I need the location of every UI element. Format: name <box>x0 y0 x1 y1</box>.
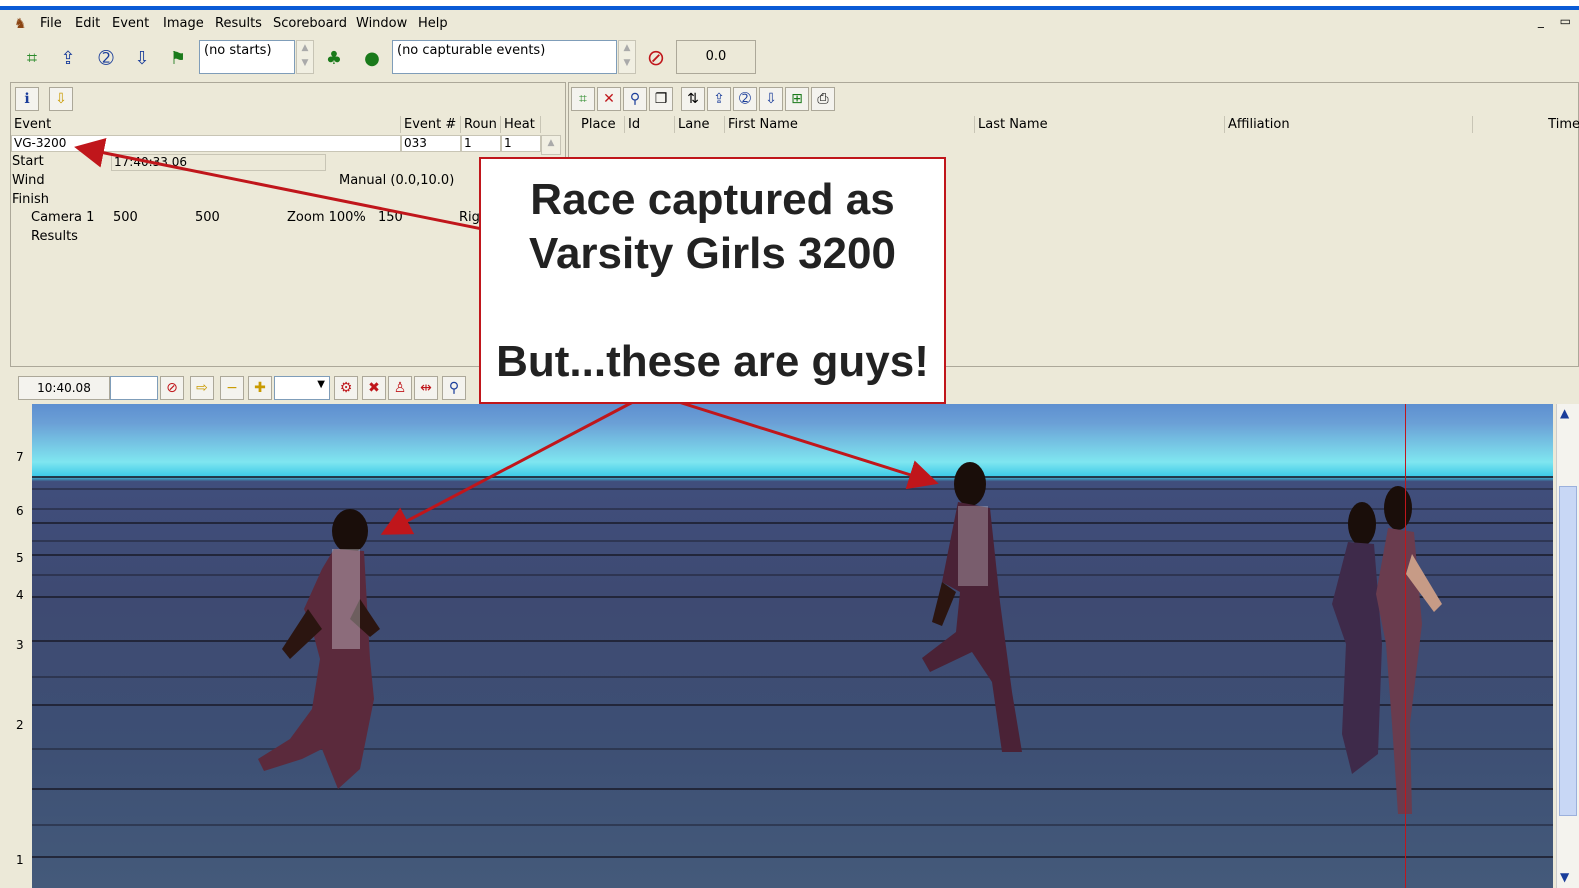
annotation-arrows <box>74 138 939 535</box>
annotation-callout: Race captured as Varsity Girls 3200 But.… <box>479 157 946 404</box>
callout-line-2: Varsity Girls 3200 <box>529 229 896 278</box>
callout-line-3: But...these are guys! <box>496 337 929 386</box>
callout-line-1: Race captured as <box>530 175 895 224</box>
